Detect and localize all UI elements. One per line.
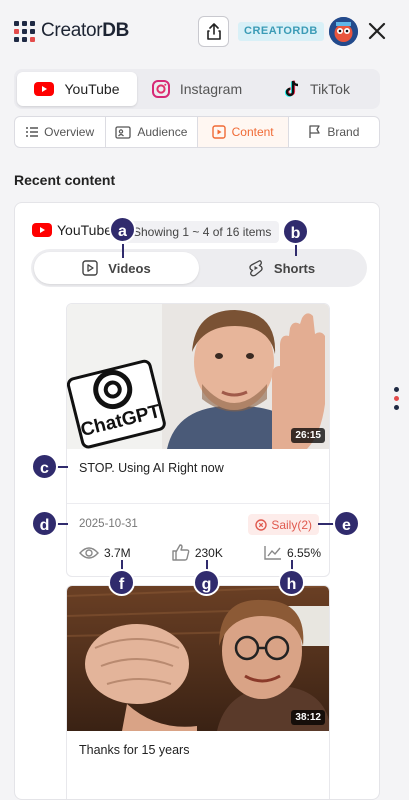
trend-chart-icon	[264, 546, 281, 560]
audience-icon	[115, 125, 131, 139]
tab-brand[interactable]: Brand	[289, 117, 379, 147]
youtube-heading: YouTube	[32, 222, 112, 238]
engagement-value: 6.55%	[286, 545, 321, 560]
callout-pin	[122, 244, 124, 258]
callout-pin	[295, 244, 297, 256]
callout-b: b	[282, 218, 309, 245]
video-thumbnail[interactable]: 38:12	[67, 586, 329, 731]
play-square-icon	[211, 125, 226, 139]
creatordb-badge: CREATORDB	[238, 22, 324, 41]
thumbs-up-icon	[172, 544, 190, 561]
divider	[67, 503, 329, 504]
callout-a: a	[109, 216, 136, 243]
platform-label: YouTube	[57, 222, 113, 238]
video-icon	[82, 260, 98, 276]
content-type-toggle: Videos Shorts	[31, 249, 367, 287]
videos-toggle[interactable]: Videos	[34, 252, 199, 284]
tab-youtube[interactable]: YouTube	[17, 72, 137, 106]
video-thumbnail[interactable]: ChatGPT 26:15	[67, 304, 329, 449]
avatar[interactable]	[329, 17, 358, 46]
platform-tabs: YouTube Instagram TikTok	[14, 69, 380, 109]
callout-pin	[318, 523, 334, 525]
shorts-label: Shorts	[273, 260, 316, 276]
tab-tiktok[interactable]: TikTok	[257, 72, 377, 106]
tab-label: Overview	[44, 125, 95, 139]
top-bar: CreatorDB CREATORDB	[0, 0, 409, 62]
section-tabs: Overview Audience Content Brand	[14, 116, 380, 148]
views-value: 3.7M	[104, 545, 131, 560]
sponsor-label: Saily(2)	[271, 517, 312, 532]
views-stat: 3.7M	[79, 544, 131, 561]
callout-g: g	[193, 569, 220, 596]
flag-icon	[309, 125, 321, 138]
video-card[interactable]: 38:12 Thanks for 15 years	[66, 585, 330, 799]
eye-icon	[79, 546, 99, 559]
tab-label: Instagram	[179, 81, 243, 97]
likes-stat: 230K	[172, 544, 223, 561]
engagement-stat: 6.55%	[264, 544, 321, 561]
share-button[interactable]	[198, 16, 229, 47]
side-menu-handle[interactable]	[394, 387, 400, 414]
close-button[interactable]	[366, 20, 388, 42]
creatordb-logo: CreatorDB	[14, 20, 129, 42]
callout-f: f	[108, 569, 135, 596]
logo-mark-icon	[14, 20, 35, 42]
logo-text: CreatorDB	[41, 20, 130, 41]
video-card[interactable]: ChatGPT 26:15 STOP. Using AI Right now 2…	[66, 303, 330, 577]
item-count: Showing 1 ~ 4 of 16 items	[125, 221, 280, 243]
callout-c: c	[31, 453, 58, 480]
tiktok-icon	[284, 80, 299, 97]
callout-h: h	[278, 569, 305, 596]
section-title: Recent content	[14, 172, 116, 188]
tab-overview[interactable]: Overview	[15, 117, 107, 147]
video-date: 2025-10-31	[79, 518, 138, 530]
videos-label: Videos	[108, 260, 151, 276]
video-title[interactable]: Thanks for 15 years	[79, 743, 189, 757]
tab-label: Audience	[137, 125, 188, 139]
recent-content-panel: YouTube Showing 1 ~ 4 of 16 items Videos…	[14, 202, 380, 800]
shorts-icon	[249, 260, 263, 277]
callout-e: e	[333, 510, 360, 537]
list-icon	[26, 127, 39, 137]
video-stats: 3.7M 230K 6.55%	[79, 544, 321, 561]
youtube-icon	[32, 223, 52, 237]
tab-content[interactable]: Content	[197, 117, 289, 147]
video-duration: 38:12	[291, 710, 325, 725]
tab-audience[interactable]: Audience	[106, 117, 198, 147]
tab-label: Content	[231, 125, 274, 139]
tab-label: TikTok	[310, 81, 350, 97]
tab-label: YouTube	[64, 81, 120, 97]
shorts-toggle[interactable]: Shorts	[199, 252, 364, 284]
tab-instagram[interactable]: Instagram	[137, 72, 257, 106]
callout-d: d	[31, 510, 58, 537]
sponsor-badge[interactable]: Saily(2)	[248, 514, 319, 535]
instagram-icon	[151, 80, 170, 98]
likes-value: 230K	[194, 545, 223, 560]
sponsor-tag-icon	[255, 518, 268, 531]
video-title[interactable]: STOP. Using AI Right now	[79, 461, 224, 475]
youtube-icon	[34, 82, 55, 96]
video-duration: 26:15	[291, 428, 325, 443]
close-icon	[368, 22, 386, 40]
tab-label: Brand	[327, 125, 360, 139]
share-icon	[206, 22, 221, 40]
